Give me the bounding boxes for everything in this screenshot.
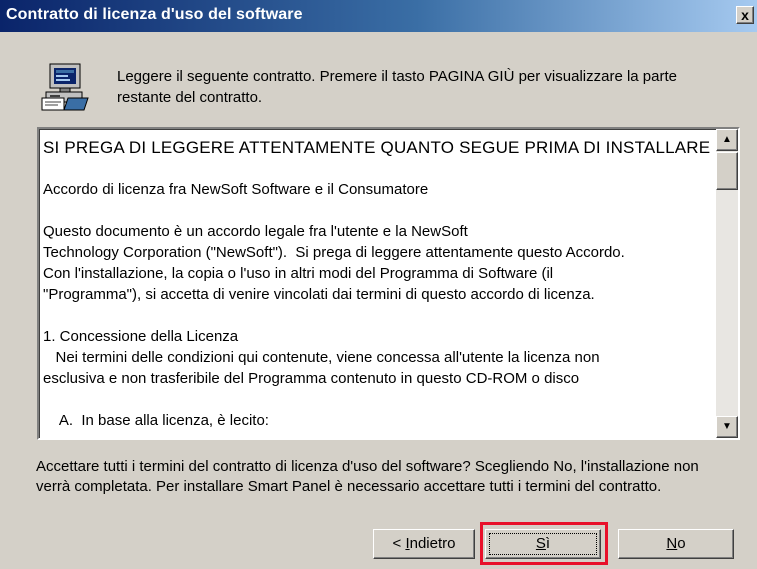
no-label-mnemonic: N — [666, 535, 678, 552]
license-paragraph: A. In base alla licenza, è lecito: — [43, 412, 269, 429]
close-button[interactable]: x — [736, 6, 754, 24]
setup-computer-icon — [41, 63, 89, 111]
no-label-rest: o — [677, 535, 686, 552]
vertical-scrollbar[interactable]: ▲ ▼ — [716, 129, 738, 438]
no-button[interactable]: No — [618, 529, 734, 559]
back-label-rest: ndietro — [409, 535, 456, 552]
arrow-up-icon: ▲ — [722, 134, 732, 145]
back-button[interactable]: < Indietro — [373, 529, 475, 559]
back-label-prefix: < — [392, 535, 406, 552]
license-paragraph: 1. Concessione della Licenza Nei termini… — [43, 328, 600, 387]
license-textbox[interactable]: SI PREGA DI LEGGERE ATTENTAMENTE QUANTO … — [37, 127, 740, 440]
scroll-up-button[interactable]: ▲ — [716, 129, 738, 151]
license-text: SI PREGA DI LEGGERE ATTENTAMENTE QUANTO … — [43, 137, 718, 438]
scroll-thumb[interactable] — [716, 152, 738, 190]
scroll-down-button[interactable]: ▼ — [716, 416, 738, 438]
title-bar: Contratto di licenza d'uso del software … — [0, 0, 757, 32]
instruction-text: Leggere il seguente contratto. Premere i… — [117, 68, 677, 106]
accept-question-text: Accettare tutti i termini del contratto … — [36, 458, 699, 495]
window-title: Contratto di licenza d'uso del software — [6, 6, 303, 23]
yes-button-highlight — [480, 522, 608, 565]
license-paragraph: Accordo di licenza fra NewSoft Software … — [43, 181, 429, 198]
license-heading: SI PREGA DI LEGGERE ATTENTAMENTE QUANTO … — [43, 138, 711, 157]
license-paragraph: Questo documento è un accordo legale fra… — [43, 223, 625, 303]
close-icon: x — [741, 7, 749, 23]
arrow-down-icon: ▼ — [722, 421, 732, 432]
